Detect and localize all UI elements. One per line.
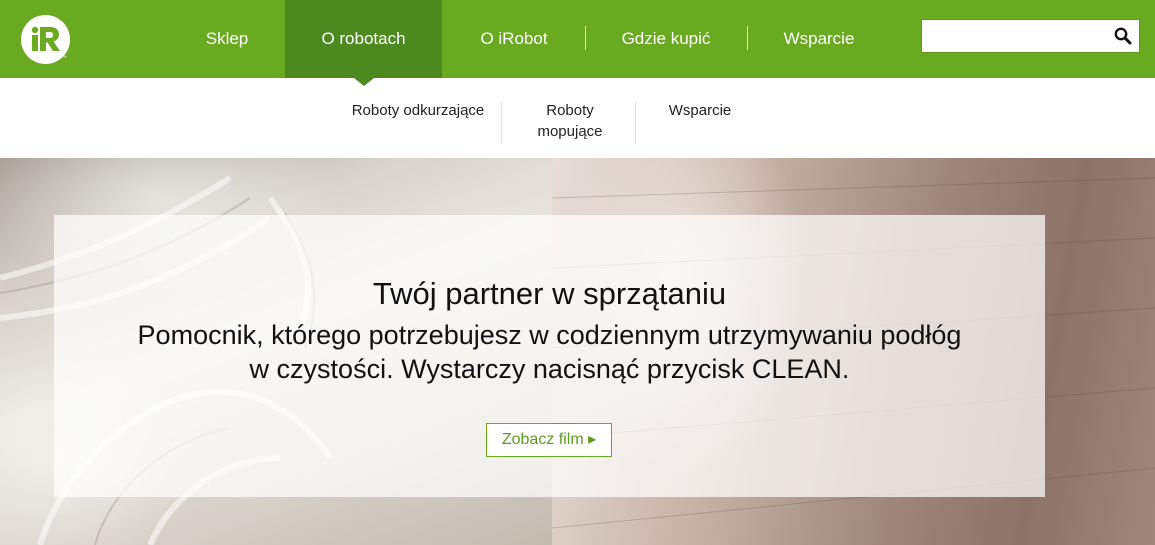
subnav-roboty-odkurzajace[interactable]: Roboty odkurzające bbox=[340, 100, 496, 121]
nav-wsparcie[interactable]: Wsparcie bbox=[767, 0, 871, 78]
top-navigation-bar: ™ Sklep O robotach O iRobot Gdzie kupić … bbox=[0, 0, 1155, 78]
hero-subtitle-line2: w czystości. Wystarczy nacisnąć przycisk… bbox=[249, 354, 850, 384]
subnav-label: Roboty odkurzające bbox=[351, 102, 485, 119]
trademark-symbol: ™ bbox=[62, 55, 67, 61]
sub-navigation: Roboty odkurzające Roboty mopujące Wspar… bbox=[0, 78, 1155, 158]
hero-subtitle: Pomocnik, którego potrzebujesz w codzien… bbox=[94, 318, 1005, 386]
search-icon[interactable] bbox=[1113, 26, 1133, 46]
nav-gdzie-kupic[interactable]: Gdzie kupić bbox=[605, 0, 727, 78]
hero-subtitle-line1: Pomocnik, którego potrzebujesz w codzien… bbox=[137, 320, 962, 350]
hero-text-panel: Twój partner w sprzątaniu Pomocnik, któr… bbox=[54, 215, 1045, 497]
subnav-label: Wsparcie bbox=[668, 102, 732, 119]
search-input[interactable] bbox=[926, 24, 1110, 50]
nav-divider bbox=[747, 26, 748, 50]
subnav-divider bbox=[635, 102, 636, 144]
subnav-roboty-mopujace[interactable]: Roboty mopujące bbox=[520, 100, 620, 142]
active-nav-indicator bbox=[354, 78, 374, 86]
search-box bbox=[921, 19, 1140, 53]
subnav-label-line2: mopujące bbox=[537, 123, 603, 140]
subnav-divider bbox=[501, 102, 502, 144]
subnav-wsparcie[interactable]: Wsparcie bbox=[655, 100, 745, 121]
hero-title: Twój partner w sprzątaniu bbox=[372, 276, 727, 311]
subnav-label-line1: Roboty bbox=[546, 102, 594, 119]
nav-o-irobot[interactable]: O iRobot bbox=[465, 0, 563, 78]
nav-divider bbox=[585, 26, 586, 50]
hero-banner: Twój partner w sprzątaniu Pomocnik, któr… bbox=[0, 158, 1155, 545]
nav-o-robotach[interactable]: O robotach bbox=[285, 0, 442, 78]
nav-sklep[interactable]: Sklep bbox=[188, 0, 266, 78]
watch-video-button[interactable]: Zobacz film ▸ bbox=[486, 423, 612, 457]
